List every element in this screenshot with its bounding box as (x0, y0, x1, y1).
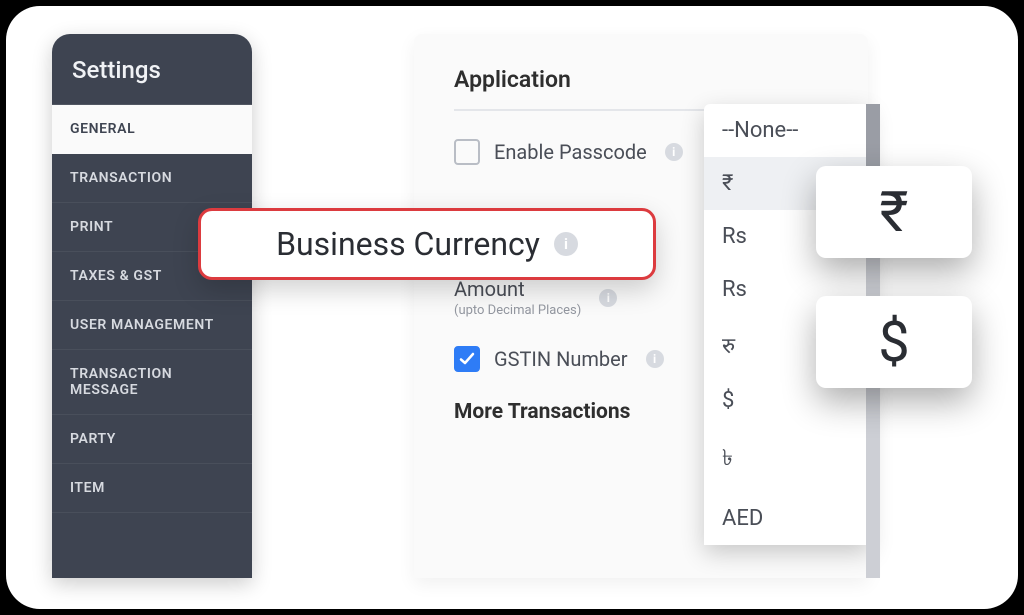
sidebar-item-party[interactable]: PARTY (52, 415, 252, 464)
sidebar-item-transaction-message[interactable]: TRANSACTION MESSAGE (52, 350, 252, 415)
currency-option-none[interactable]: --None-- (704, 104, 870, 157)
info-icon[interactable]: i (646, 350, 664, 368)
gstin-checkbox[interactable] (454, 346, 480, 372)
currency-option-taka[interactable]: ৳ (704, 427, 870, 492)
currency-chip-dollar: $ (816, 296, 972, 388)
enable-passcode-label: Enable Passcode (494, 140, 647, 164)
settings-sidebar: Settings GENERAL TRANSACTION PRINT TAXES… (52, 34, 252, 578)
callout-label: Business Currency (276, 225, 540, 263)
currency-option-aed[interactable]: AED (704, 492, 870, 545)
info-icon[interactable]: i (599, 289, 617, 307)
gstin-label: GSTIN Number (494, 347, 628, 371)
amount-sublabel: (upto Decimal Places) (454, 303, 581, 318)
sidebar-item-transaction[interactable]: TRANSACTION (52, 154, 252, 203)
info-icon[interactable]: i (554, 232, 578, 256)
sidebar-item-general[interactable]: GENERAL (52, 105, 252, 154)
enable-passcode-checkbox[interactable] (454, 139, 480, 165)
business-currency-callout: Business Currency i (198, 208, 656, 280)
sidebar-item-user-management[interactable]: USER MANAGEMENT (52, 301, 252, 350)
amount-label: Amount (454, 277, 581, 301)
sidebar-item-item[interactable]: ITEM (52, 464, 252, 513)
currency-chip-rupee: ₹ (816, 166, 972, 258)
sidebar-title: Settings (52, 34, 252, 105)
info-icon[interactable]: i (665, 143, 683, 161)
